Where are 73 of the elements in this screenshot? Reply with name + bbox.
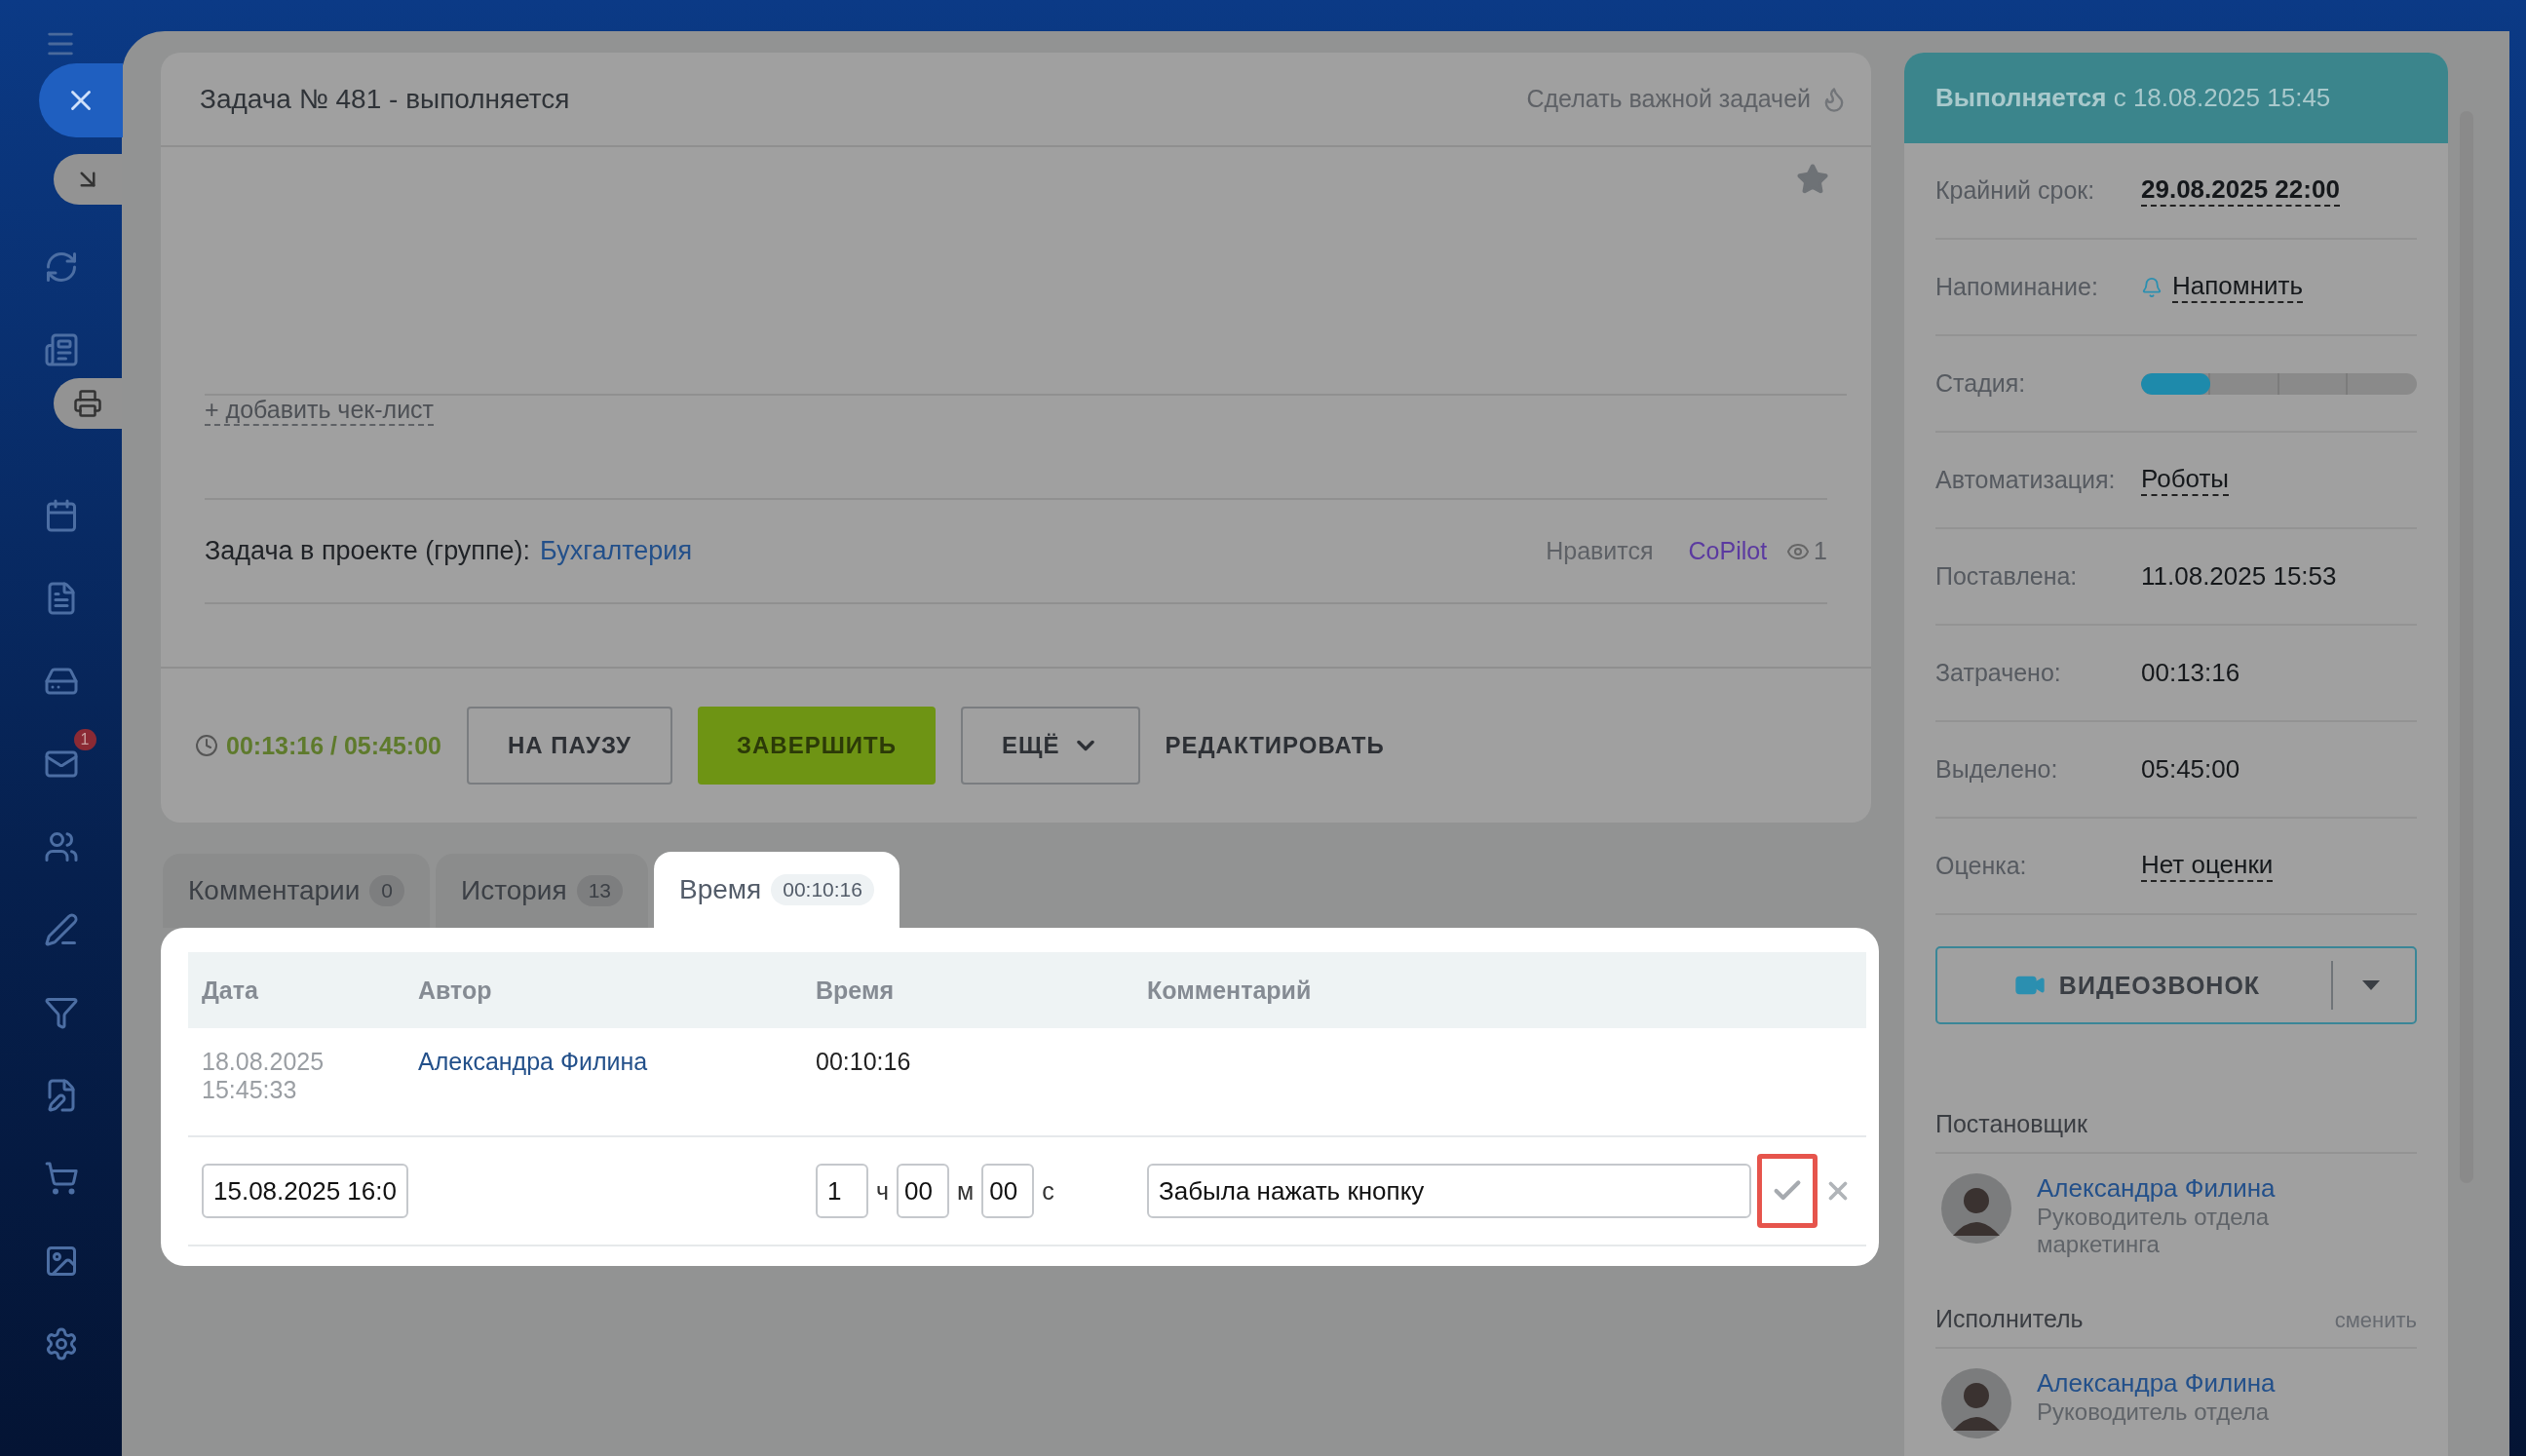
print-button[interactable] (54, 378, 122, 429)
field-value: 00:13:16 (2141, 658, 2240, 688)
entry-time: 15:45:33 (202, 1076, 298, 1104)
remind-link[interactable]: Напомнить (2172, 271, 2303, 303)
author-link[interactable]: Александра Филина (418, 1048, 788, 1076)
pause-button[interactable]: НА ПАУЗУ (467, 707, 672, 785)
copilot-link[interactable]: CoPilot (1688, 537, 1768, 565)
caret-icon[interactable] (2362, 980, 2380, 990)
timer: 00:13:16 / 05:45:00 (226, 731, 441, 760)
project-label: Задача в проекте (группе): (205, 536, 531, 566)
field-label: Крайний срок: (1935, 176, 2096, 205)
notification-badge: 1 (73, 729, 96, 750)
column-header: Дата (188, 952, 404, 1028)
tab[interactable]: История 13 (436, 854, 648, 928)
minutes-unit: м (957, 1176, 975, 1206)
field-label: Напоминание: (1935, 273, 2099, 301)
column-header: Автор (404, 952, 802, 1028)
save-button[interactable] (1757, 1154, 1818, 1228)
close-button[interactable] (39, 63, 123, 137)
column-header: Время (802, 952, 1133, 1028)
bell-icon (2141, 276, 2162, 298)
add-checklist-link[interactable]: + добавить чек-лист (205, 396, 435, 426)
hours-unit: ч (876, 1176, 890, 1206)
avatar (1941, 1368, 2011, 1438)
star-icon[interactable] (1796, 163, 1829, 196)
person-role: Руководитель отдела маркетинга (2037, 1204, 2271, 1258)
deadline-link[interactable]: 29.08.2025 22:00 (2141, 174, 2340, 207)
edit-link[interactable]: РЕДАКТИРОВАТЬ (1165, 707, 1385, 785)
field-label: Поставлена: (1935, 562, 2079, 591)
sidebar-icon[interactable] (43, 829, 79, 864)
field-label: Автоматизация: (1935, 466, 2117, 494)
sidebar-icon[interactable] (43, 995, 79, 1030)
field-label: Выделено: (1935, 755, 2059, 784)
sidebar-icon[interactable] (43, 1161, 79, 1196)
date-input[interactable]: 15.08.2025 16:0 (202, 1164, 408, 1218)
person-name[interactable]: Александра Филина (2037, 1173, 2329, 1204)
hours-input[interactable]: 1 (816, 1164, 868, 1218)
tab[interactable]: Комментарии 0 (163, 854, 431, 928)
sidebar-icon[interactable] (43, 912, 79, 947)
view-count: 1 (1814, 537, 1827, 565)
field-link[interactable]: Нет оценки (2141, 850, 2274, 882)
duration-cell-text: 00:10:16 (816, 1048, 912, 1076)
tab-count: 00:10:16 (771, 874, 874, 905)
printer-icon (73, 389, 102, 418)
status-banner: Выполняется с 18.08.2025 15:45 (1904, 53, 2448, 143)
section-title: Исполнитель (1935, 1305, 2084, 1333)
avatar (1941, 1173, 2011, 1244)
person-role: Руководитель отдела (2037, 1399, 2271, 1426)
more-button[interactable]: ЕЩЁ (960, 707, 1140, 785)
section-title: Постановщик (1935, 1110, 2087, 1138)
task-title: Задача № 481 - выполняется (200, 83, 570, 115)
field-label: Затрачено: (1935, 659, 2062, 687)
sidebar-icon[interactable] (43, 332, 79, 367)
field-label: Оценка: (1935, 852, 2028, 880)
minimize-button[interactable] (54, 154, 122, 205)
tab-count: 13 (576, 875, 623, 906)
column-header: Комментарий (1133, 952, 1866, 1028)
person-name[interactable]: Александра Филина (2037, 1368, 2329, 1399)
entry-date: 18.08.2025 (202, 1048, 325, 1076)
complete-button[interactable]: ЗАВЕРШИТЬ (697, 707, 936, 785)
seconds-unit: с (1042, 1176, 1054, 1206)
clock-icon (195, 734, 218, 757)
video-call-button[interactable]: ВИДЕОЗВОНОК (1935, 946, 2417, 1024)
seconds-input[interactable]: 00 (981, 1164, 1035, 1218)
project-link[interactable]: Бухгалтерия (540, 536, 693, 566)
comment-input[interactable]: Забыла нажать кнопку (1147, 1164, 1751, 1218)
tab-count: 0 (369, 875, 405, 906)
minutes-input[interactable]: 00 (897, 1164, 950, 1218)
field-value: 05:45:00 (2141, 754, 2240, 785)
field-value: 11.08.2025 15:53 (2141, 561, 2337, 592)
field-link[interactable]: Роботы (2141, 464, 2230, 496)
field-label: Стадия: (1935, 369, 2027, 398)
tab[interactable]: Время 00:10:16 (654, 852, 899, 928)
